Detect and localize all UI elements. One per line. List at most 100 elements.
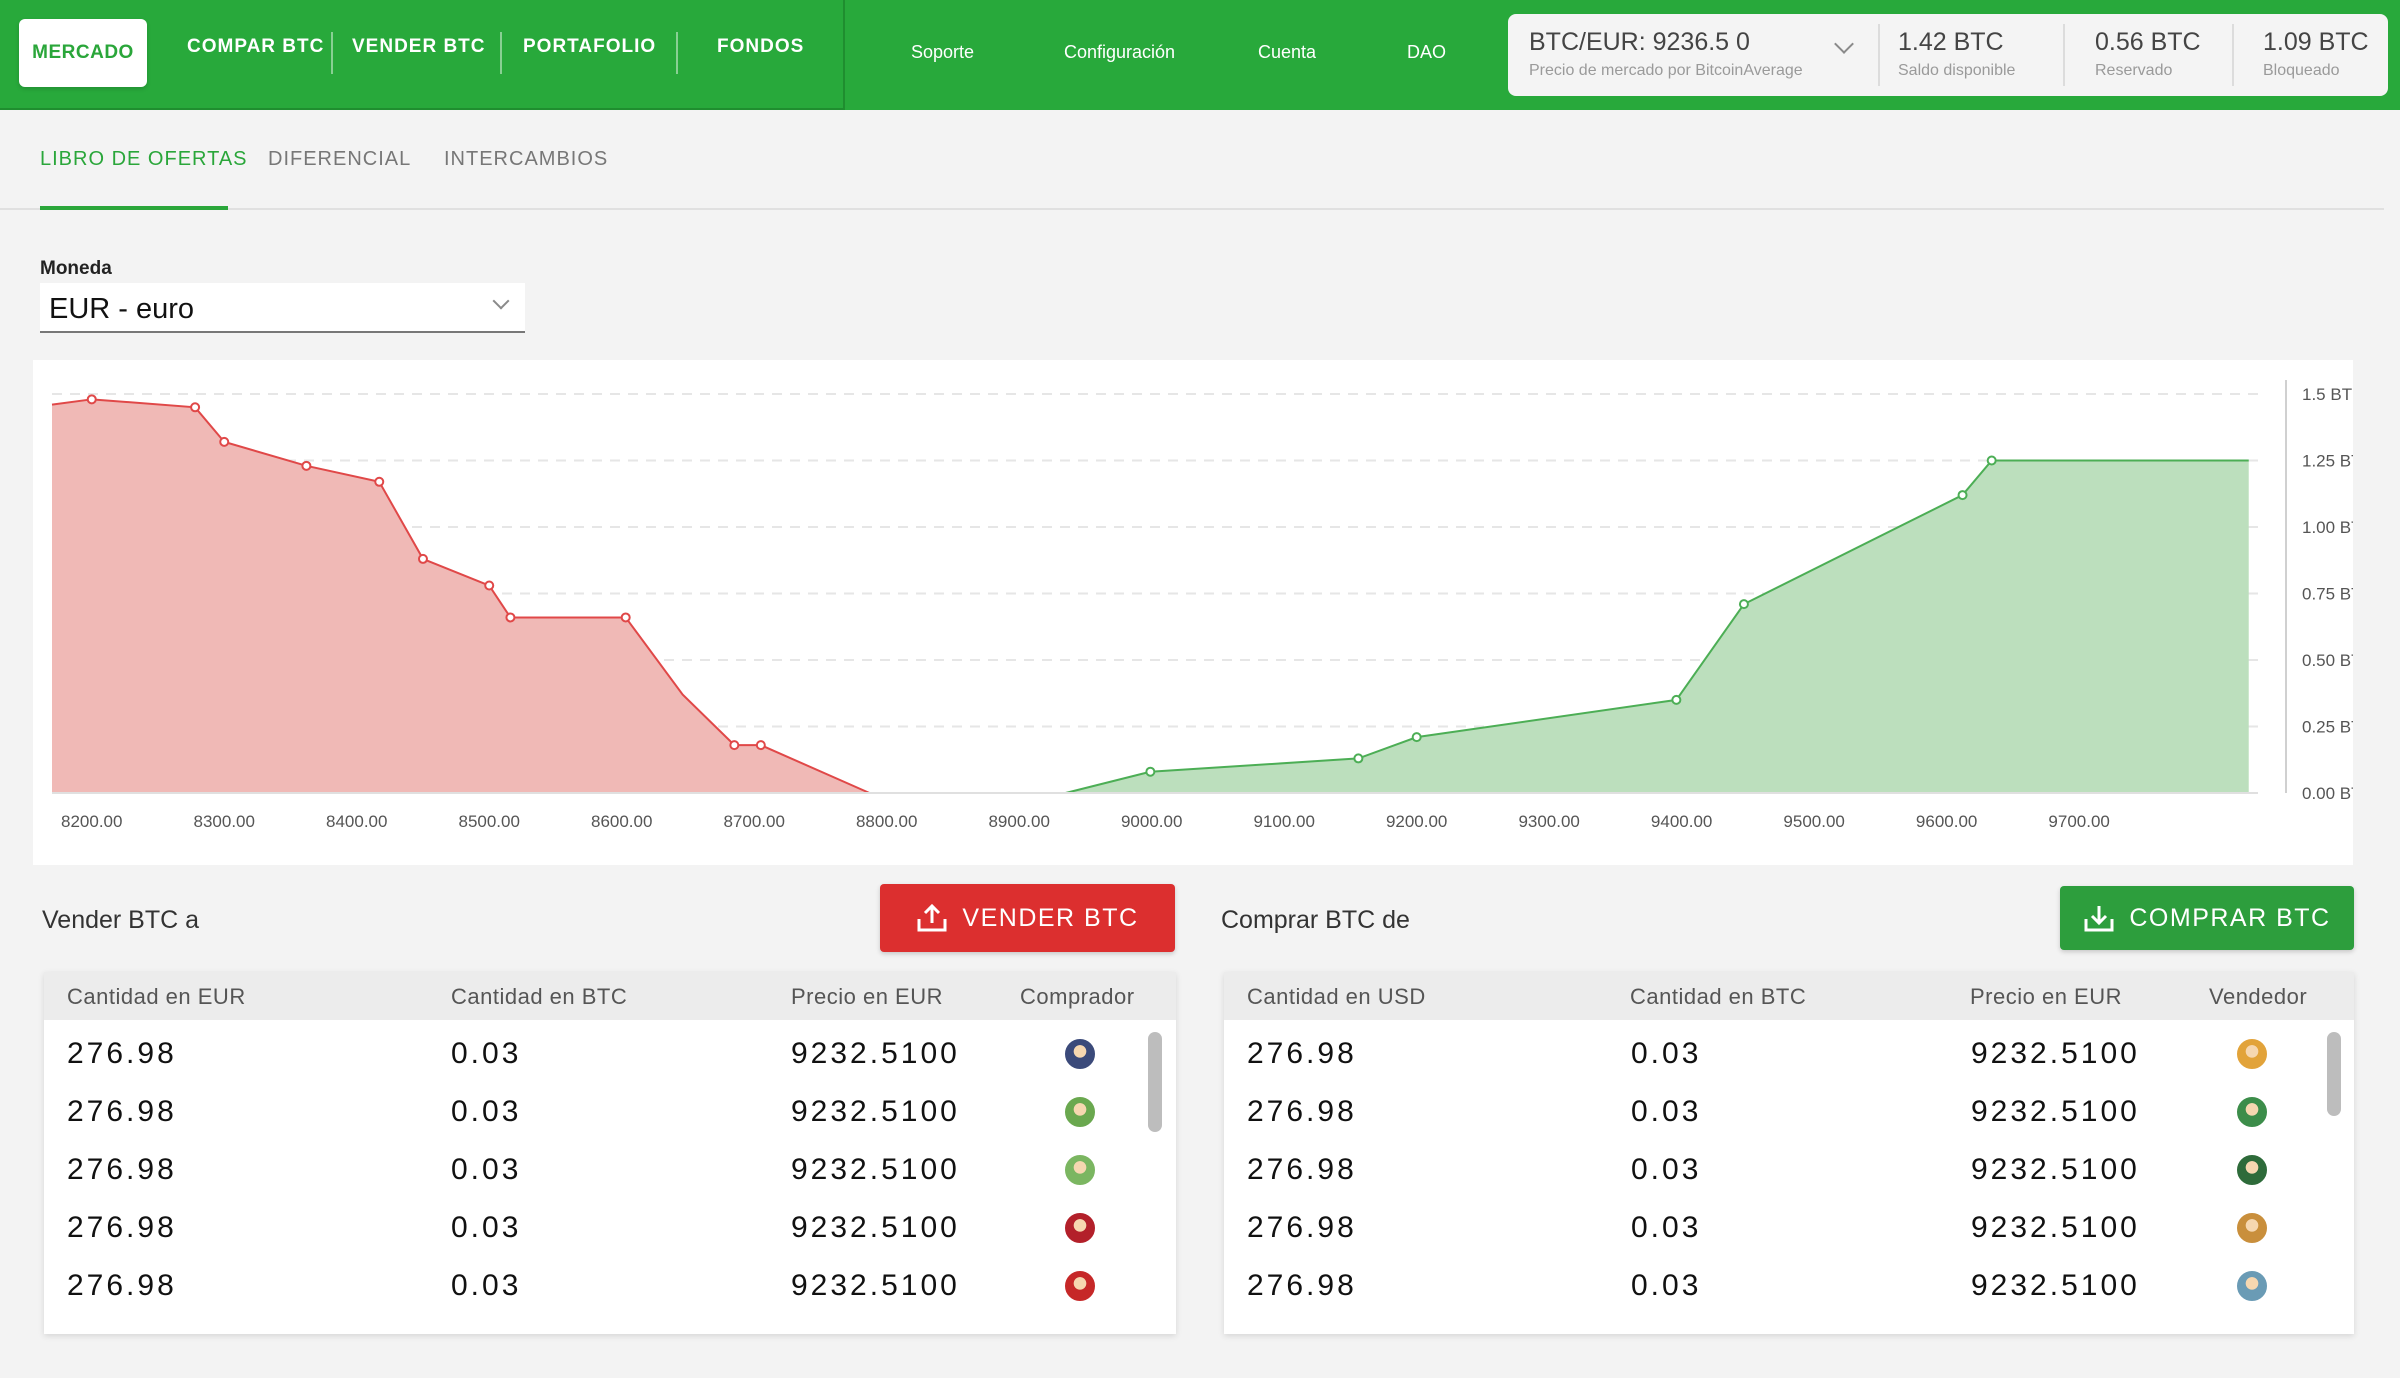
price-eur: 9232.5100 [1971, 1211, 2140, 1244]
data-point [1411, 732, 1422, 743]
price-eur: 9232.5100 [1971, 1153, 2140, 1186]
table-row[interactable]: 276.98 0.03 9232.5100 [1224, 1143, 2354, 1201]
x-tick-label: 8500.00 [458, 812, 519, 831]
table-row[interactable]: 276.98 0.03 9232.5100 [44, 1085, 1176, 1143]
price-eur: 9232.5100 [1971, 1269, 2140, 1302]
scrollbar-thumb[interactable] [1148, 1032, 1162, 1132]
sell-section-title: Vender BTC a [42, 906, 200, 934]
price-eur: 9232.5100 [1971, 1095, 2140, 1128]
x-tick-label: 8200.00 [61, 812, 122, 831]
column-header[interactable]: Vendedor [2209, 984, 2307, 1010]
chevron-down-icon [492, 292, 510, 310]
nav-portafolio[interactable]: PORTAFOLIO [523, 36, 656, 58]
nav-dao[interactable]: DAO [1407, 42, 1446, 63]
column-header[interactable]: Cantidad en USD [1247, 984, 1426, 1010]
user-avatar-icon[interactable] [1065, 1097, 1095, 1127]
price-eur: 9232.5100 [791, 1269, 960, 1302]
data-point [1957, 490, 1968, 501]
nav-cuenta[interactable]: Cuenta [1258, 42, 1316, 63]
data-point [417, 553, 428, 564]
table-row[interactable]: 276.98 0.03 9232.5100 [1224, 1027, 2354, 1085]
amount-btc: 0.03 [1631, 1211, 1702, 1244]
user-avatar-icon[interactable] [2237, 1039, 2267, 1069]
amount-fiat: 276.98 [1247, 1095, 1357, 1128]
table-row[interactable]: 276.98 0.03 9232.5100 [44, 1201, 1176, 1259]
currency-select[interactable]: EUR - euro [40, 283, 525, 333]
table-row[interactable]: 276.98 0.03 9232.5100 [1224, 1201, 2354, 1259]
buy-btc-label: COMPRAR BTC [2129, 903, 2331, 932]
tab-libro-de-ofertas[interactable]: LIBRO DE OFERTAS [40, 148, 248, 171]
data-point [1986, 455, 1997, 466]
nav-mercado[interactable]: MERCADO [19, 19, 147, 87]
price-eur: 9232.5100 [791, 1037, 960, 1070]
market-price: BTC/EUR: 9236.5 0 [1529, 28, 1750, 56]
column-header[interactable]: Comprador [1020, 984, 1135, 1010]
nav-soporte[interactable]: Soporte [911, 42, 974, 63]
active-tab-indicator [40, 206, 228, 210]
x-tick-label: 8900.00 [988, 812, 1049, 831]
sell-offers-table: Cantidad en EUR Cantidad en BTC Precio e… [44, 972, 1176, 1334]
table-row[interactable]: 276.98 0.03 9232.5100 [44, 1259, 1176, 1317]
scrollbar-thumb[interactable] [2327, 1032, 2341, 1116]
upload-tray-icon [917, 903, 947, 932]
user-avatar-icon[interactable] [1065, 1213, 1095, 1243]
buy-btc-button[interactable]: COMPRAR BTC [2060, 886, 2354, 950]
data-point [219, 436, 230, 447]
x-tick-label: 9600.00 [1916, 812, 1977, 831]
data-point [484, 580, 495, 591]
market-tabs: LIBRO DE OFERTAS DIFERENCIAL INTERCAMBIO… [0, 110, 2384, 210]
tab-diferencial[interactable]: DIFERENCIAL [268, 148, 411, 171]
available-balance-label: Saldo disponible [1898, 62, 2016, 79]
nav-divider [331, 32, 333, 74]
sell-btc-button[interactable]: VENDER BTC [880, 884, 1175, 952]
y-tick-label: 1.5 BTC [2302, 385, 2353, 404]
nav-vender-btc[interactable]: VENDER BTC [352, 36, 486, 58]
amount-btc: 0.03 [451, 1037, 522, 1070]
column-header[interactable]: Cantidad en BTC [1630, 984, 1806, 1010]
tab-intercambios[interactable]: INTERCAMBIOS [444, 148, 608, 171]
user-avatar-icon[interactable] [2237, 1155, 2267, 1185]
table-row[interactable]: 276.98 0.03 9232.5100 [44, 1143, 1176, 1201]
info-divider [2063, 24, 2065, 86]
column-header[interactable]: Cantidad en BTC [451, 984, 627, 1010]
data-point [1145, 766, 1156, 777]
column-header[interactable]: Precio en EUR [1970, 984, 2122, 1010]
user-avatar-icon[interactable] [2237, 1213, 2267, 1243]
user-avatar-icon[interactable] [2237, 1097, 2267, 1127]
amount-fiat: 276.98 [67, 1037, 177, 1070]
reserved-balance-label: Reservado [2095, 62, 2173, 79]
data-point [374, 476, 385, 487]
top-navigation-bar: MERCADO COMPAR BTC VENDER BTC PORTAFOLIO… [0, 0, 2400, 110]
user-avatar-icon[interactable] [2237, 1271, 2267, 1301]
nav-configuracion[interactable]: Configuración [1064, 42, 1175, 63]
data-point [1353, 753, 1364, 764]
user-avatar-icon[interactable] [1065, 1271, 1095, 1301]
nav-fondos[interactable]: FONDOS [717, 36, 804, 58]
user-avatar-icon[interactable] [1065, 1155, 1095, 1185]
price-eur: 9232.5100 [1971, 1037, 2140, 1070]
price-eur: 9232.5100 [791, 1095, 960, 1128]
table-row[interactable]: 276.98 0.03 9232.5100 [44, 1027, 1176, 1085]
y-tick-label: 1.25 BTC [2302, 452, 2353, 471]
reserved-balance: 0.56 BTC [2095, 28, 2201, 56]
column-header[interactable]: Precio en EUR [791, 984, 943, 1010]
table-row[interactable]: 276.98 0.03 9232.5100 [1224, 1259, 2354, 1317]
nav-comprar-btc[interactable]: COMPAR BTC [187, 36, 324, 58]
amount-fiat: 276.98 [67, 1153, 177, 1186]
sell-btc-label: VENDER BTC [962, 903, 1139, 932]
market-price-dropdown[interactable]: BTC/EUR: 9236.5 0 Precio de mercado por … [1508, 14, 1878, 96]
nav-divider [500, 32, 502, 74]
price-eur: 9232.5100 [791, 1153, 960, 1186]
amount-fiat: 276.98 [67, 1211, 177, 1244]
x-tick-label: 9200.00 [1386, 812, 1447, 831]
info-divider [2232, 24, 2234, 86]
primary-nav: MERCADO COMPAR BTC VENDER BTC PORTAFOLIO… [0, 0, 845, 110]
column-header[interactable]: Cantidad en EUR [67, 984, 246, 1010]
table-row[interactable]: 276.98 0.03 9232.5100 [1224, 1085, 2354, 1143]
amount-btc: 0.03 [451, 1095, 522, 1128]
amount-btc: 0.03 [451, 1211, 522, 1244]
currency-value: EUR - euro [49, 293, 195, 325]
data-point [301, 460, 312, 471]
user-avatar-icon[interactable] [1065, 1039, 1095, 1069]
amount-fiat: 276.98 [67, 1095, 177, 1128]
